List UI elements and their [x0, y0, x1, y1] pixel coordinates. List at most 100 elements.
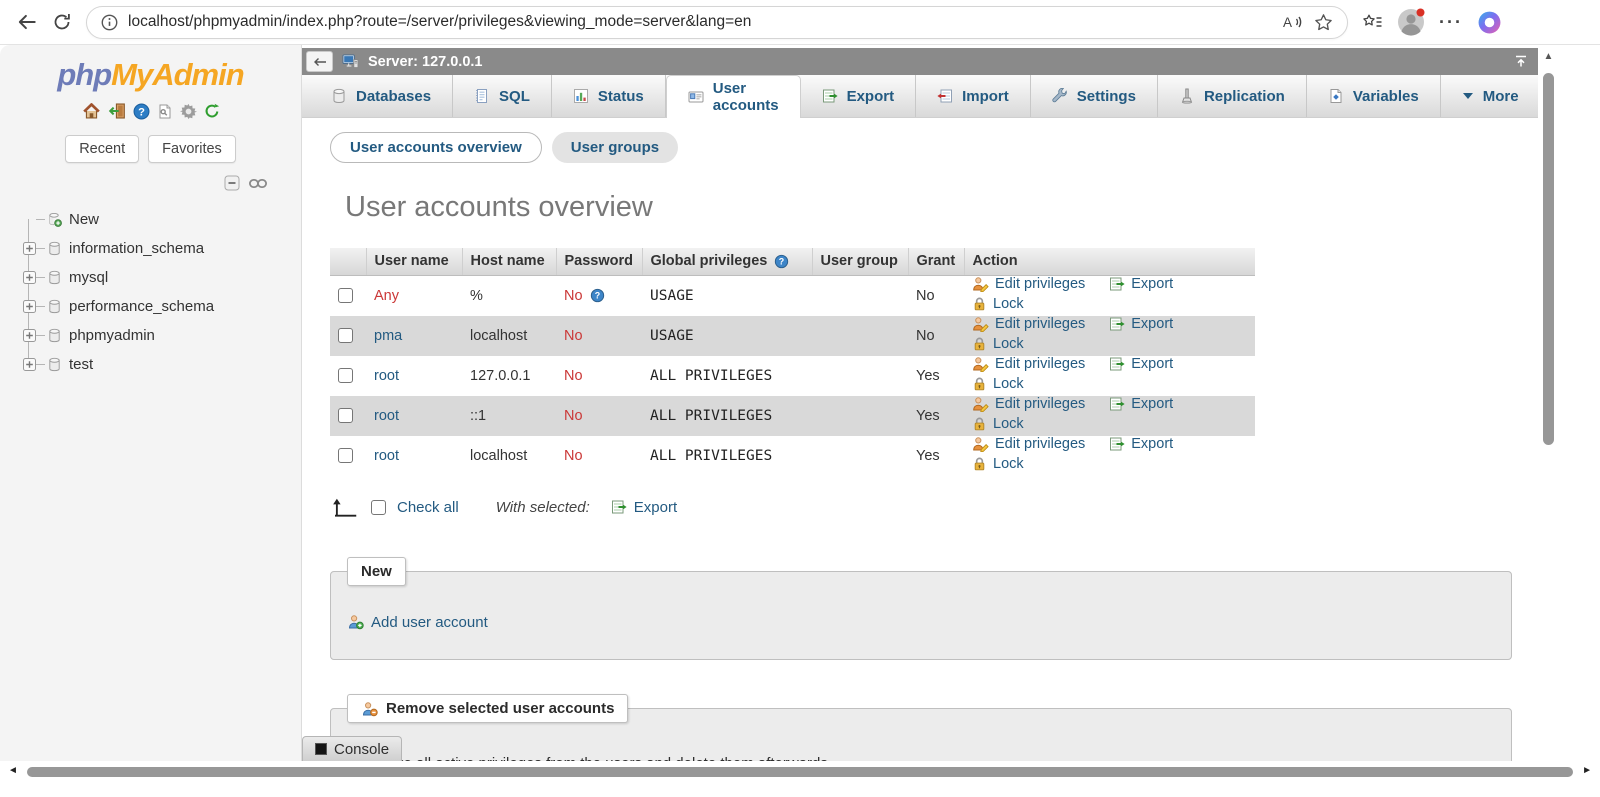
edit-privileges-link[interactable]: Edit privileges: [972, 436, 1085, 452]
scroll-up-icon[interactable]: ▲: [1541, 48, 1556, 66]
collections-icon[interactable]: [1362, 13, 1383, 31]
tab-replication[interactable]: Replication: [1158, 75, 1307, 117]
docs-icon[interactable]: [157, 103, 173, 120]
tab-label: Databases: [356, 87, 432, 105]
tab-user-accounts[interactable]: User accounts: [665, 75, 801, 118]
lock-link[interactable]: Lock: [972, 456, 1024, 472]
url-text[interactable]: localhost/phpmyadmin/index.php?route=/se…: [128, 13, 1273, 31]
console-toggle[interactable]: Console: [302, 736, 403, 761]
back-icon[interactable]: [16, 11, 38, 33]
edit-privileges-link[interactable]: Edit privileges: [972, 356, 1085, 372]
export-link[interactable]: Export: [1109, 276, 1173, 292]
tab-databases[interactable]: Databases: [310, 75, 454, 117]
export-table-icon: [1109, 316, 1125, 332]
row-checkbox[interactable]: [338, 368, 353, 384]
help-icon[interactable]: ?: [133, 103, 150, 120]
favorite-star-icon[interactable]: [1314, 13, 1333, 32]
subnav: User accounts overview User groups: [330, 132, 1538, 163]
refresh-icon[interactable]: [204, 103, 220, 119]
tab-sql[interactable]: SQL: [453, 75, 552, 117]
tree-item-label[interactable]: test: [69, 356, 93, 373]
vertical-scrollbar[interactable]: ▲: [1541, 48, 1556, 760]
profile-avatar[interactable]: [1397, 8, 1425, 36]
panel-button-favorites[interactable]: Favorites: [148, 135, 236, 163]
tab-label: Import: [962, 87, 1009, 105]
export-link[interactable]: Export: [1109, 436, 1173, 452]
tab-status[interactable]: Status: [552, 75, 666, 117]
add-user-account-link[interactable]: Add user account: [347, 614, 488, 631]
bulk-export-link[interactable]: Export: [611, 499, 677, 516]
nav-back-icon[interactable]: [306, 51, 333, 72]
tree-item-label[interactable]: New: [69, 211, 99, 228]
remove-user-icon: [361, 701, 378, 717]
plus-expander-icon[interactable]: [22, 329, 36, 342]
check-all-checkbox[interactable]: [371, 499, 386, 515]
edit-privileges-link[interactable]: Edit privileges: [972, 316, 1085, 332]
settings-gear-icon[interactable]: [179, 103, 197, 120]
tab-variables[interactable]: Variables: [1307, 75, 1441, 117]
vertical-scroll-thumb[interactable]: [1543, 73, 1554, 445]
export-link[interactable]: Export: [1109, 316, 1173, 332]
logout-icon[interactable]: [108, 102, 126, 120]
action-label: Edit privileges: [995, 395, 1086, 412]
row-checkbox[interactable]: [338, 408, 353, 424]
copilot-icon[interactable]: [1477, 10, 1502, 35]
tree-item-label[interactable]: performance_schema: [69, 298, 214, 315]
user-name[interactable]: root: [374, 368, 399, 384]
export-link[interactable]: Export: [1109, 396, 1173, 412]
browser-menu-icon[interactable]: ···: [1439, 12, 1463, 33]
scroll-left-icon[interactable]: ◄: [8, 765, 18, 776]
lock-link[interactable]: Lock: [972, 296, 1024, 312]
plus-expander-icon[interactable]: [22, 271, 36, 284]
edit-privileges-link[interactable]: Edit privileges: [972, 276, 1085, 292]
tab-settings[interactable]: Settings: [1031, 75, 1158, 117]
host-name: localhost: [470, 327, 528, 344]
home-icon[interactable]: [82, 102, 101, 120]
lock-link[interactable]: Lock: [972, 376, 1024, 392]
tree-item-label[interactable]: mysql: [69, 269, 108, 286]
password-value: No: [564, 407, 583, 424]
lock-link[interactable]: Lock: [972, 416, 1024, 432]
refresh-page-icon[interactable]: [52, 12, 72, 32]
main-panel: Server: 127.0.0.1 Databases SQL Status User…: [302, 48, 1538, 761]
column-label: Global privileges: [650, 253, 768, 270]
plus-expander-icon[interactable]: [22, 300, 36, 313]
remove-legend-label: Remove selected user accounts: [386, 700, 615, 717]
link-panels-icon[interactable]: [249, 175, 267, 191]
user-name[interactable]: Any: [374, 288, 399, 304]
check-all-arrow-icon: [330, 496, 360, 519]
user-name[interactable]: root: [374, 408, 399, 424]
tree-item-label[interactable]: phpmyadmin: [69, 327, 155, 344]
row-checkbox[interactable]: [338, 288, 353, 304]
address-bar[interactable]: localhost/phpmyadmin/index.php?route=/se…: [86, 5, 1348, 39]
edit-privileges-link[interactable]: Edit privileges: [972, 396, 1085, 412]
tree-item-label[interactable]: information_schema: [69, 240, 204, 257]
collapse-all-icon[interactable]: [224, 175, 240, 191]
scroll-right-icon[interactable]: ►: [1582, 765, 1592, 776]
logo-myadmin: MyAdmin: [111, 57, 244, 92]
read-aloud-icon[interactable]: A: [1283, 14, 1304, 30]
user-name[interactable]: pma: [374, 328, 402, 344]
column-label: Action: [972, 253, 1018, 270]
subtab-user-accounts-overview[interactable]: User accounts overview: [330, 132, 542, 163]
site-info-icon[interactable]: [101, 14, 118, 31]
check-all-link[interactable]: Check all: [397, 499, 459, 516]
tab-import[interactable]: Import: [916, 75, 1031, 117]
user-name[interactable]: root: [374, 448, 399, 464]
lock-link[interactable]: Lock: [972, 336, 1024, 352]
help-badge-icon[interactable]: ?: [774, 254, 789, 269]
row-checkbox[interactable]: [338, 328, 353, 344]
help-badge-icon[interactable]: ?: [590, 288, 605, 303]
tab-more[interactable]: More: [1441, 75, 1538, 117]
plus-expander-icon[interactable]: [22, 242, 36, 255]
panel-button-recent[interactable]: Recent: [65, 135, 140, 163]
tab-export[interactable]: Export: [801, 75, 917, 117]
collapse-top-icon[interactable]: [1514, 54, 1528, 68]
plus-expander-icon[interactable]: [22, 358, 36, 371]
horizontal-scrollbar[interactable]: ◄ ►: [0, 763, 1600, 780]
grant-value: Yes: [916, 367, 940, 384]
export-link[interactable]: Export: [1109, 356, 1173, 372]
horizontal-scroll-thumb[interactable]: [27, 767, 1573, 777]
row-checkbox[interactable]: [338, 448, 353, 464]
subtab-user-groups[interactable]: User groups: [551, 132, 679, 163]
